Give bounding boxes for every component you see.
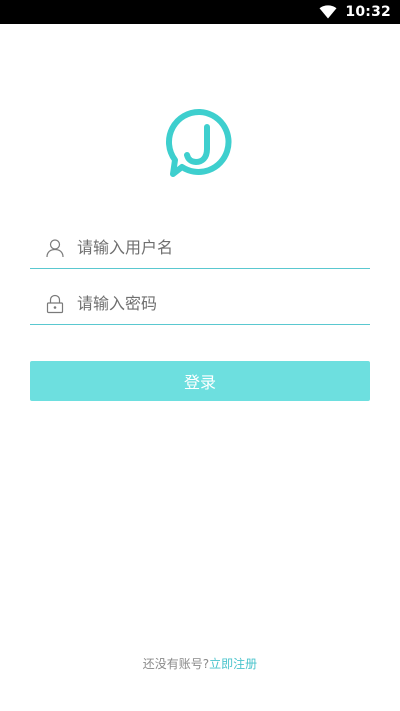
user-icon (45, 238, 65, 258)
status-time: 10:32 (345, 4, 391, 20)
app-logo (163, 107, 237, 181)
login-screen: 10:32 登录 (0, 0, 400, 711)
register-link[interactable]: 立即注册 (209, 657, 257, 671)
username-input[interactable] (77, 232, 347, 263)
status-bar: 10:32 (0, 0, 400, 24)
lock-icon (45, 294, 65, 314)
login-button[interactable]: 登录 (30, 361, 370, 401)
password-field[interactable] (30, 283, 370, 325)
register-prompt-text: 还没有账号? (142, 657, 210, 671)
wifi-icon (319, 5, 337, 19)
password-input[interactable] (77, 288, 347, 319)
register-prompt: 还没有账号?立即注册 (0, 655, 400, 672)
username-field[interactable] (30, 227, 370, 269)
